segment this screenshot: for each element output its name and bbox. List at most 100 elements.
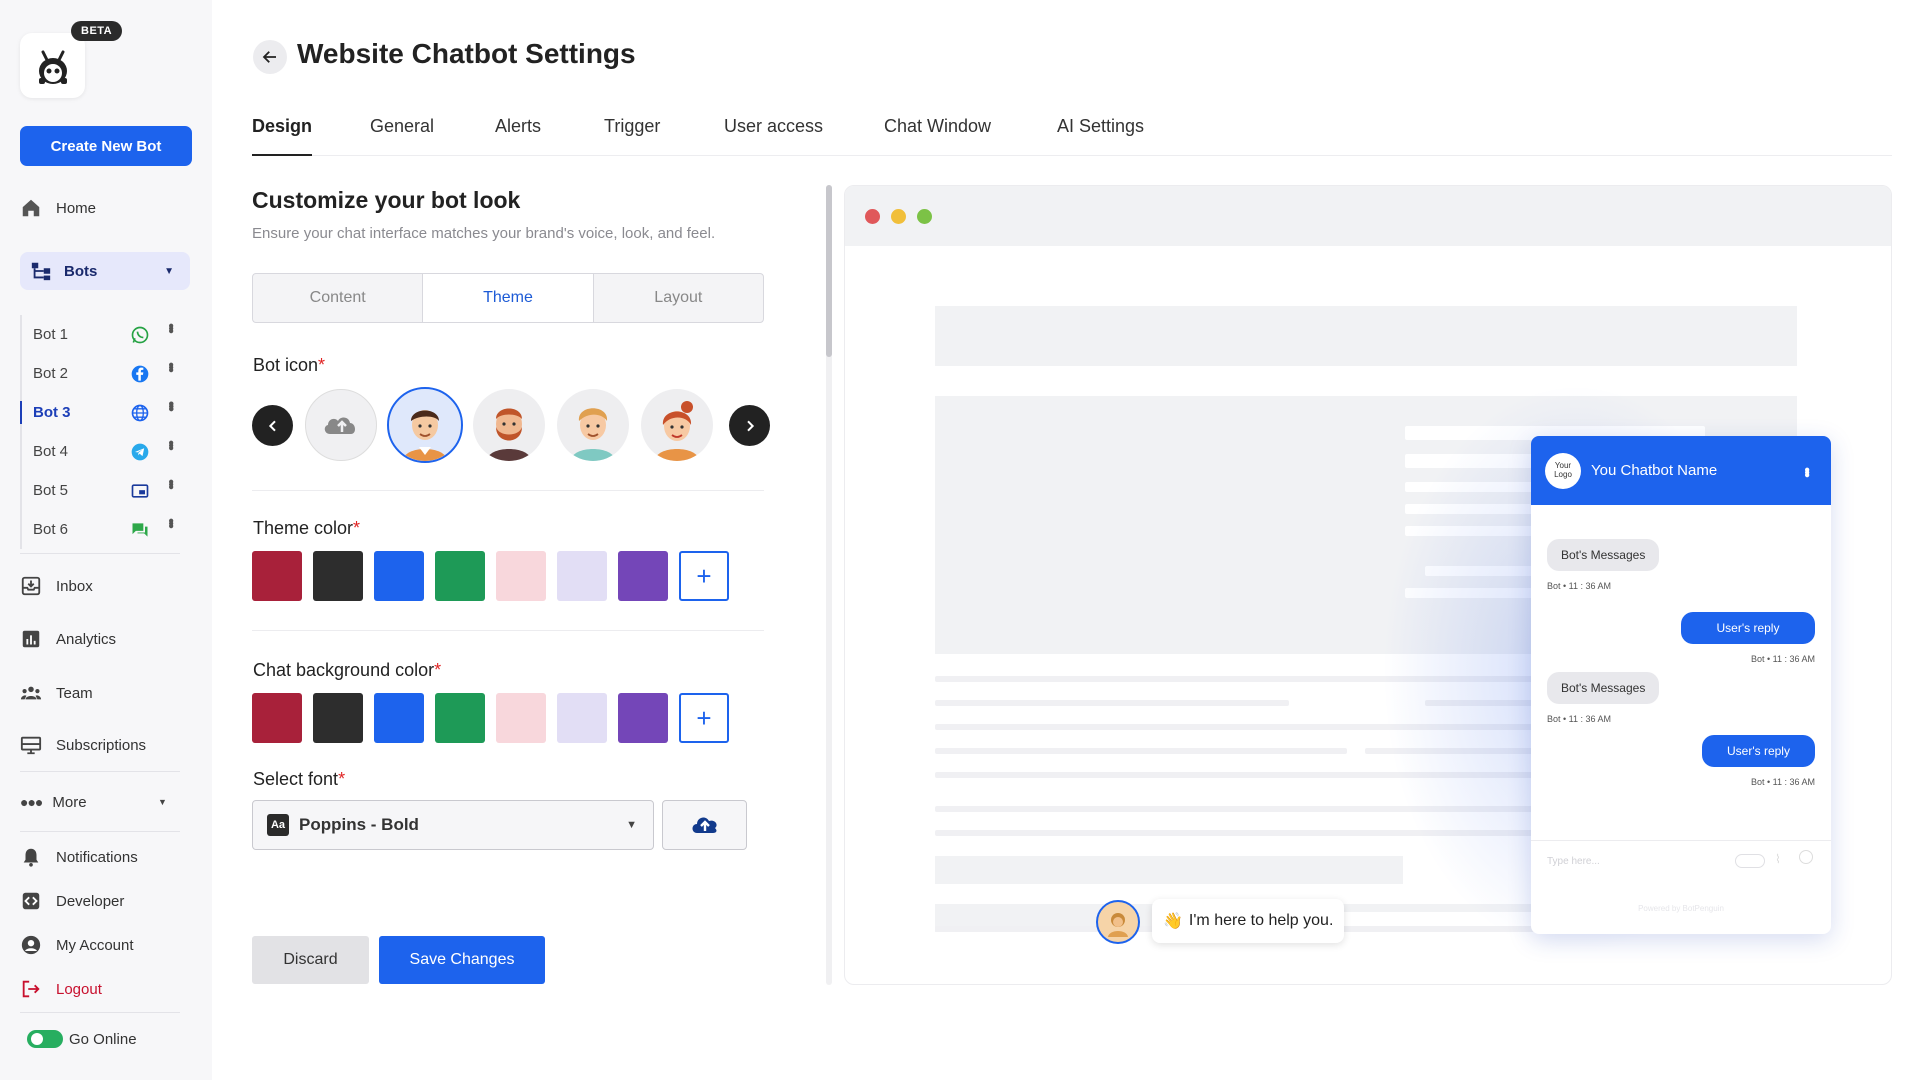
avatar-option-2[interactable] xyxy=(473,389,545,461)
bot-item-2[interactable]: Bot 2 ••• xyxy=(22,354,190,393)
chat-window-preview: Your Logo You Chatbot Name ••• Bot's Mes… xyxy=(1531,436,1831,934)
inbox-icon xyxy=(21,576,41,596)
maximize-dot-icon xyxy=(917,209,932,224)
theme-color-swatch-6[interactable] xyxy=(557,551,607,601)
avatar-option-1[interactable] xyxy=(387,387,463,463)
chat-bg-color-swatch-6[interactable] xyxy=(557,693,607,743)
bot-message: Bot's Messages xyxy=(1547,539,1660,571)
nav-subscriptions[interactable]: Subscriptions xyxy=(20,730,146,760)
kebab-menu-icon[interactable]: ••• xyxy=(1797,467,1815,475)
avatar-option-3[interactable] xyxy=(557,389,629,461)
globe-icon xyxy=(131,404,149,422)
sidebar: BETA Create New Bot Home Bots ▼ Bot 1 ••… xyxy=(0,0,212,1080)
user-message: User's reply xyxy=(1681,612,1815,644)
save-changes-button[interactable]: Save Changes xyxy=(379,936,545,984)
chat-input-placeholder[interactable]: Type here... xyxy=(1547,856,1600,867)
kebab-menu-icon[interactable]: ••• xyxy=(162,323,179,331)
bot-item-label: Bot 2 xyxy=(33,365,69,382)
kebab-menu-icon[interactable]: ••• xyxy=(162,401,179,409)
carousel-next-button[interactable] xyxy=(729,405,770,446)
nav-bots[interactable]: Bots ▼ xyxy=(20,252,190,290)
upload-icon-option[interactable] xyxy=(305,389,377,461)
bot-item-label: Bot 6 xyxy=(33,521,69,538)
tab-design[interactable]: Design xyxy=(252,116,313,156)
message-meta: Bot • 11 : 36 AM xyxy=(1750,654,1815,664)
chevron-down-icon[interactable]: ▼ xyxy=(164,266,174,277)
discard-button[interactable]: Discard xyxy=(252,936,369,984)
nav-notifications[interactable]: Notifications xyxy=(20,842,138,872)
chat-launcher-avatar[interactable] xyxy=(1096,900,1140,944)
theme-color-swatch-2[interactable] xyxy=(313,551,363,601)
chat-bg-color-swatch-7[interactable] xyxy=(618,693,668,743)
nav-analytics[interactable]: Analytics xyxy=(20,624,116,654)
toggle-switch[interactable] xyxy=(27,1030,63,1048)
chat-header: Your Logo You Chatbot Name ••• xyxy=(1531,436,1831,505)
nav-developer[interactable]: Developer xyxy=(20,886,124,916)
tab-chat-window[interactable]: Chat Window xyxy=(884,116,991,137)
theme-color-label: Theme color* xyxy=(253,518,360,539)
kebab-menu-icon[interactable]: ••• xyxy=(162,479,179,487)
nav-team[interactable]: Team xyxy=(20,678,93,708)
chat-bg-color-swatch-4[interactable] xyxy=(435,693,485,743)
message-meta: Bot • 11 : 36 AM xyxy=(1547,581,1612,591)
tab-trigger[interactable]: Trigger xyxy=(604,116,660,137)
placeholder-line xyxy=(935,748,1347,754)
tab-ai-settings[interactable]: AI Settings xyxy=(1057,116,1144,137)
nav-inbox[interactable]: Inbox xyxy=(20,571,93,601)
theme-color-swatch-1[interactable] xyxy=(252,551,302,601)
account-icon xyxy=(21,935,41,955)
upload-font-button[interactable] xyxy=(662,800,747,850)
chat-bg-color-add-color-button[interactable]: + xyxy=(679,693,729,743)
segment-layout[interactable]: Layout xyxy=(594,274,763,322)
chat-bg-color-swatch-1[interactable] xyxy=(252,693,302,743)
back-button[interactable] xyxy=(253,40,287,74)
create-new-bot-button[interactable]: Create New Bot xyxy=(20,126,192,166)
nav-inbox-label: Inbox xyxy=(56,577,93,595)
nav-my-account[interactable]: My Account xyxy=(20,930,134,960)
kebab-menu-icon[interactable]: ••• xyxy=(162,518,179,526)
nav-notifications-label: Notifications xyxy=(56,848,138,866)
segment-content[interactable]: Content xyxy=(253,274,424,322)
nav-home[interactable]: Home xyxy=(20,193,96,223)
nav-logout[interactable]: Logout xyxy=(20,974,102,1004)
theme-color-swatch-3[interactable] xyxy=(374,551,424,601)
go-online-toggle[interactable]: Go Online xyxy=(27,1024,137,1054)
theme-color-swatch-4[interactable] xyxy=(435,551,485,601)
avatar-option-4[interactable] xyxy=(641,389,713,461)
kebab-menu-icon[interactable]: ••• xyxy=(162,362,179,370)
bot-icon-label: Bot icon* xyxy=(253,355,325,376)
font-select[interactable]: Aa Poppins - Bold ▼ xyxy=(252,800,654,850)
chevron-down-icon[interactable]: ▼ xyxy=(158,797,167,807)
app-logo[interactable] xyxy=(20,33,85,98)
segment-theme[interactable]: Theme xyxy=(423,274,594,322)
chat-bg-color-swatch-3[interactable] xyxy=(374,693,424,743)
tab-general[interactable]: General xyxy=(370,116,434,137)
bot-item-5[interactable]: Bot 5 ••• xyxy=(22,471,190,510)
main-content: Website Chatbot Settings Design General … xyxy=(212,0,1920,1080)
bot-item-1[interactable]: Bot 1 ••• xyxy=(22,315,190,354)
attachment-icon: ⌇ xyxy=(1775,852,1781,866)
bot-item-3[interactable]: Bot 3 ••• xyxy=(20,393,190,432)
nav-more[interactable]: ●●● More ▼ xyxy=(20,787,167,817)
tab-alerts[interactable]: Alerts xyxy=(495,116,541,137)
carousel-prev-button[interactable] xyxy=(252,405,293,446)
section-subtitle: Ensure your chat interface matches your … xyxy=(252,225,716,242)
gif-icon xyxy=(1735,854,1765,868)
chat-bg-color-swatch-2[interactable] xyxy=(313,693,363,743)
chat-bg-color-swatch-5[interactable] xyxy=(496,693,546,743)
bots-tree-icon xyxy=(31,262,51,281)
chat-input-divider xyxy=(1531,840,1831,841)
theme-color-add-color-button[interactable]: + xyxy=(679,551,729,601)
theme-color-swatch-5[interactable] xyxy=(496,551,546,601)
bot-item-6[interactable]: Bot 6 ••• xyxy=(22,510,190,549)
scrollbar-thumb[interactable] xyxy=(826,185,832,357)
blonde-avatar-icon xyxy=(571,408,615,461)
bot-item-4[interactable]: Bot 4 ••• xyxy=(22,432,190,471)
required-mark: * xyxy=(338,769,346,789)
tab-user-access[interactable]: User access xyxy=(724,116,823,137)
theme-color-swatch-7[interactable] xyxy=(618,551,668,601)
scrollbar[interactable] xyxy=(826,185,832,985)
kebab-menu-icon[interactable]: ••• xyxy=(162,440,179,448)
penguin-logo-icon xyxy=(38,50,67,84)
bot-avatar-icon xyxy=(1102,906,1134,938)
